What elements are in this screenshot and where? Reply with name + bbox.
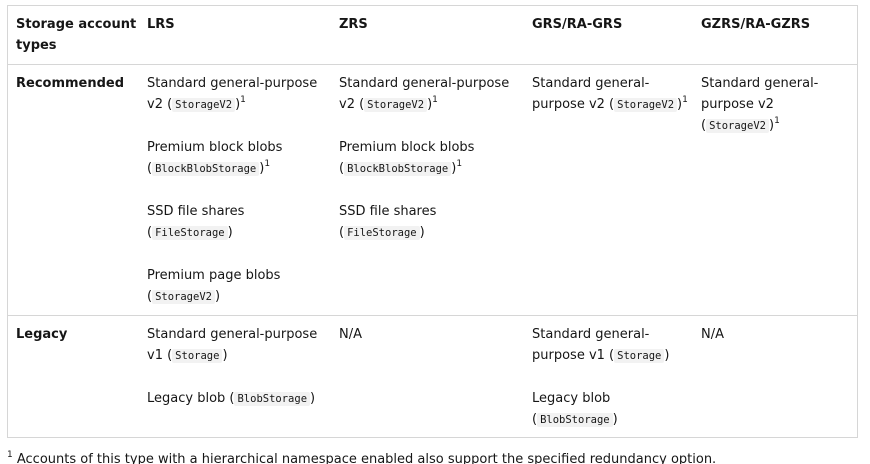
cell-entry: Premium block blobs (BlockBlobStorage)1 <box>339 137 519 180</box>
cell-entry: N/A <box>701 324 846 345</box>
cell-zrs: Standard general-purpose v2 (StorageV2)1… <box>339 73 519 244</box>
account-kind-code: BlockBlobStorage <box>152 162 260 176</box>
footnote-ref: 1 <box>774 116 780 126</box>
footnote-ref: 1 <box>456 159 463 169</box>
account-kind-code: Storage <box>614 349 665 363</box>
account-kind-code: Storage <box>172 349 223 363</box>
cell-entry: Premium page blobs (StorageV2) <box>147 265 327 308</box>
account-kind-code: StorageV2 <box>614 98 678 112</box>
table-row-legacy: Legacy Standard general-purpose v1 (Stor… <box>8 315 857 439</box>
footnote-ref: 1 <box>432 95 438 105</box>
cell-gzrs: N/A <box>701 324 846 345</box>
cell-entry: Standard general-purpose v2 (StorageV2)1 <box>147 73 327 116</box>
cell-gzrs: Standard general-purpose v2 (StorageV2)1 <box>701 73 846 137</box>
account-kind-code: BlobStorage <box>234 392 311 406</box>
cell-grs: Standard general-purpose v1 (Storage) Leg… <box>532 324 692 431</box>
header-grs: GRS/RA-GRS <box>532 17 623 32</box>
account-kind-code: BlockBlobStorage <box>344 162 452 176</box>
account-kind-code: StorageV2 <box>172 98 236 112</box>
footnote-ref: 1 <box>682 95 688 105</box>
cell-entry: Standard general-purpose v2 (StorageV2)1 <box>701 73 846 137</box>
entry-text-end: ) <box>310 391 316 406</box>
footnote-ref: 1 <box>264 159 271 169</box>
cell-entry: SSD file shares (FileStorage) <box>147 201 327 244</box>
cell-entry: Standard general-purpose v1 (Storage) <box>532 324 692 367</box>
footnote-ref: 1 <box>240 95 246 105</box>
table-header-row: Storage account types LRS ZRS GRS/RA-GRS… <box>8 6 857 64</box>
account-kind-code: FileStorage <box>152 226 228 240</box>
cell-grs: Standard general-purpose v2 (StorageV2)1 <box>532 73 692 116</box>
account-kind-code: BlobStorage <box>537 413 613 427</box>
cell-lrs: Standard general-purpose v1 (Storage) Leg… <box>147 324 327 410</box>
account-kind-code: StorageV2 <box>152 290 215 304</box>
entry-text-end: ) <box>222 348 228 363</box>
cell-entry: Premium block blobs (BlockBlobStorage)1 <box>147 137 327 180</box>
cell-entry: Legacy blob (BlobStorage) <box>532 388 692 431</box>
cell-lrs: Standard general-purpose v2 (StorageV2)1… <box>147 73 327 308</box>
cell-entry: N/A <box>339 324 519 345</box>
cell-entry: SSD file shares (FileStorage) <box>339 201 519 244</box>
footnote: 1 Accounts of this type with a hierarchi… <box>7 449 857 464</box>
entry-text: N/A <box>701 327 724 342</box>
account-kind-code: StorageV2 <box>706 119 769 133</box>
entry-text: Legacy blob ( <box>147 391 235 406</box>
cell-entry: Standard general-purpose v2 (StorageV2)1 <box>339 73 519 116</box>
cell-zrs: N/A <box>339 324 519 345</box>
header-zrs: ZRS <box>339 17 368 32</box>
cell-entry: Standard general-purpose v1 (Storage) <box>147 324 327 367</box>
entry-text-end: ) <box>227 225 233 240</box>
footnote-marker: 1 <box>7 450 13 460</box>
entry-text-end: ) <box>664 348 670 363</box>
account-kind-code: FileStorage <box>344 226 420 240</box>
header-lrs: LRS <box>147 17 175 32</box>
row-label: Recommended <box>16 76 125 91</box>
account-kind-code: StorageV2 <box>364 98 428 112</box>
cell-entry: Standard general-purpose v2 (StorageV2)1 <box>532 73 692 116</box>
entry-text-end: ) <box>612 412 618 427</box>
entry-text: N/A <box>339 327 362 342</box>
cell-entry: Legacy blob (BlobStorage) <box>147 388 327 410</box>
footnote-text: Accounts of this type with a hierarchica… <box>16 452 717 464</box>
header-storage-account-types: Storage account types <box>16 17 137 53</box>
header-gzrs: GZRS/RA-GZRS <box>701 17 811 32</box>
entry-text-end: ) <box>419 225 425 240</box>
row-label: Legacy <box>16 327 68 342</box>
entry-text-end: ) <box>214 289 221 304</box>
table-row-recommended: Recommended Standard general-purpose v2 … <box>8 64 857 316</box>
storage-redundancy-table: Storage account types LRS ZRS GRS/RA-GRS… <box>7 5 858 438</box>
